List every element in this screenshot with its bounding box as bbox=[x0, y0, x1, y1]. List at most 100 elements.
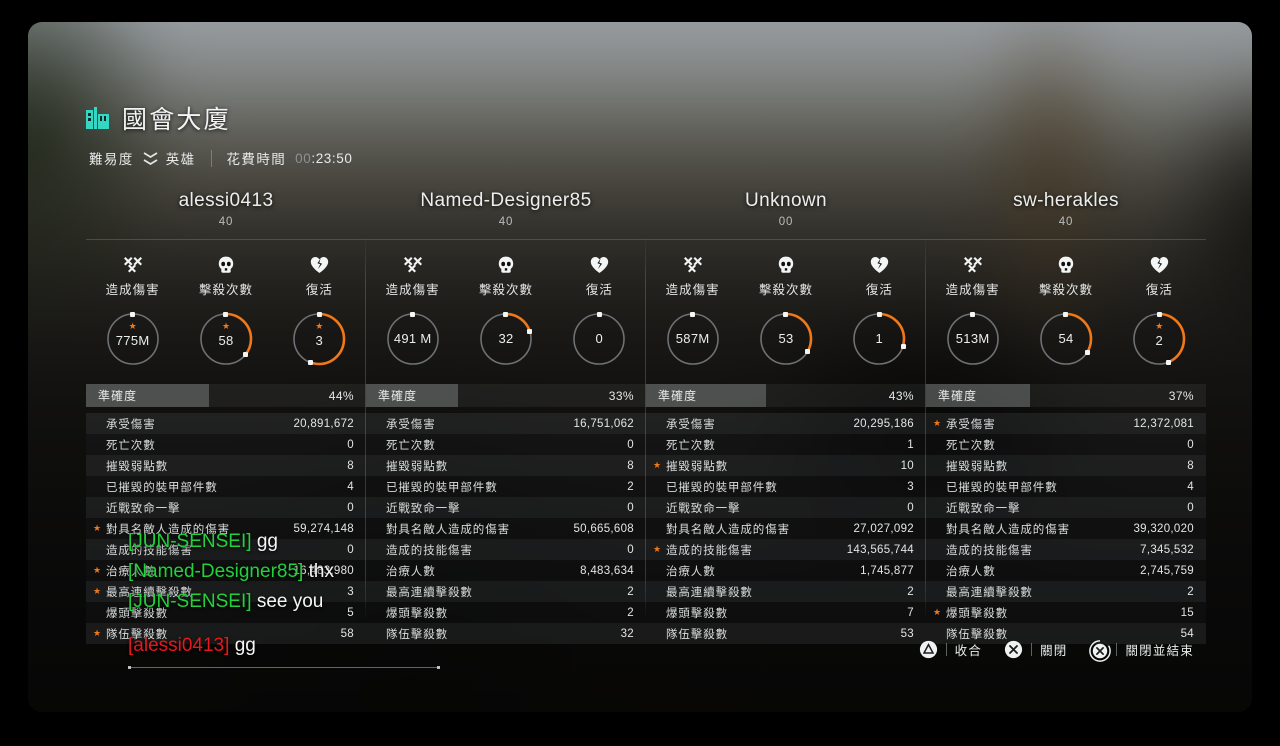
accuracy-label: 準確度 bbox=[98, 389, 138, 403]
ring-header-label: 擊殺次數 bbox=[1038, 283, 1093, 297]
ring-header: 復活 bbox=[273, 254, 366, 298]
ring-gauge: ★ 775M bbox=[104, 310, 162, 368]
stat-label: 最高連續擊殺數 bbox=[386, 586, 473, 599]
stat-row: 造成的技能傷害 0 bbox=[366, 539, 646, 560]
mission-header: 國會大廈 難易度 英雄 花費時間 00 :23:50 bbox=[86, 100, 352, 168]
ring-cell: ★ 2 bbox=[1113, 310, 1206, 368]
stat-value: 59,274,148 bbox=[293, 522, 354, 535]
page-title: 國會大廈 bbox=[122, 106, 231, 134]
ring-cell: 1 bbox=[833, 310, 926, 368]
ring-header-label: 復活 bbox=[865, 283, 893, 297]
stat-value: 8 bbox=[627, 459, 634, 472]
ring-header-label: 造成傷害 bbox=[665, 283, 720, 297]
hold-cross-button-icon[interactable] bbox=[1089, 639, 1112, 662]
ring-start-dot bbox=[316, 311, 322, 317]
stat-label: 爆頭擊殺數 bbox=[946, 607, 1008, 620]
stat-value: 2 bbox=[627, 606, 634, 619]
ring-start-dot bbox=[410, 311, 416, 317]
button-prompt-bar: 收合 關閉 關閉並結束 bbox=[919, 639, 1194, 662]
accuracy-label: 準確度 bbox=[938, 389, 978, 403]
stat-row: 死亡次數 1 bbox=[646, 434, 926, 455]
ring-header: 擊殺次數 bbox=[739, 254, 832, 298]
broken-heart-icon bbox=[833, 254, 926, 276]
player-name: alessi0413 bbox=[178, 190, 274, 211]
ring-start-dot bbox=[1156, 311, 1162, 317]
stat-label: 承受傷害 bbox=[946, 418, 996, 431]
circle-cross-button-icon[interactable] bbox=[1004, 640, 1023, 659]
stat-value: 12,372,081 bbox=[1133, 417, 1194, 430]
best-star-icon: ★ bbox=[221, 321, 231, 331]
ring-headers: 造成傷害 擊殺次數 復活 bbox=[646, 254, 926, 298]
stat-row: 爆頭擊殺數 7 bbox=[646, 602, 926, 623]
stat-value: 5 bbox=[347, 606, 354, 619]
stat-value: 53 bbox=[900, 627, 914, 640]
ring-gauge: 32 bbox=[477, 310, 535, 368]
stat-label: 治療人數 bbox=[666, 565, 716, 578]
prompt-button[interactable]: 收合 bbox=[919, 640, 982, 659]
stat-row: 已摧毀的裝甲部件數 3 bbox=[646, 476, 926, 497]
crossed-swords-damage-icon bbox=[646, 254, 739, 276]
button-separator bbox=[945, 643, 947, 656]
stat-value: 2 bbox=[627, 480, 634, 493]
accuracy-bar: 準確度 37% bbox=[926, 384, 1206, 407]
stat-row: 治療人數 1,745,877 bbox=[646, 560, 926, 581]
triangle-button-icon[interactable] bbox=[919, 640, 938, 659]
stat-row: 爆頭擊殺數 2 bbox=[366, 602, 646, 623]
ring-end-dot bbox=[1166, 359, 1171, 365]
ring-start-dot bbox=[876, 311, 882, 317]
stat-value: 2 bbox=[907, 585, 914, 598]
stat-label: 已摧毀的裝甲部件數 bbox=[666, 481, 778, 494]
prompt-button-label: 關閉並結束 bbox=[1125, 644, 1194, 658]
stat-value: 7,345,532 bbox=[1140, 543, 1194, 556]
stat-value: 0 bbox=[1187, 438, 1194, 451]
stat-label: 死亡次數 bbox=[946, 439, 996, 452]
stat-value: 0 bbox=[627, 543, 634, 556]
ring-cell: ★ 775M bbox=[86, 310, 179, 368]
stat-value: 0 bbox=[1187, 501, 1194, 514]
stat-label: 治療人數 bbox=[946, 565, 996, 578]
stat-row: 死亡次數 0 bbox=[926, 434, 1206, 455]
stat-label: 近戰致命一擊 bbox=[106, 502, 181, 515]
ring-cell: 587M bbox=[646, 310, 739, 368]
stat-label: 承受傷害 bbox=[386, 418, 436, 431]
stat-row: ★ 摧毀弱點數 10 bbox=[646, 455, 926, 476]
meta-divider bbox=[210, 149, 212, 167]
ring-header-label: 復活 bbox=[305, 283, 333, 297]
location-row: 國會大廈 bbox=[86, 100, 352, 136]
ring-end-dot bbox=[1084, 349, 1090, 355]
stat-row: 摧毀弱點數 8 bbox=[86, 455, 366, 476]
chat-input[interactable]: [alessi0413] gg bbox=[128, 632, 440, 669]
stat-label: 最高連續擊殺數 bbox=[946, 586, 1033, 599]
crossed-swords-damage-icon bbox=[86, 254, 179, 276]
prompt-button[interactable]: 關閉並結束 bbox=[1089, 639, 1194, 662]
stat-label: 死亡次數 bbox=[106, 439, 156, 452]
prompt-button[interactable]: 關閉 bbox=[1004, 640, 1067, 659]
ring-value: 3 bbox=[315, 333, 324, 348]
stat-row: 治療人數 8,483,634 bbox=[366, 560, 646, 581]
stronghold-building-icon bbox=[86, 107, 109, 129]
player-column: Named-Designer85 40 造成傷害 擊殺次數 復活 491 M 32 0 準確度 3… bbox=[366, 190, 646, 644]
stat-label: 治療人數 bbox=[386, 565, 436, 578]
ring-start-dot bbox=[690, 311, 696, 317]
stat-row: 最高連續擊殺數 2 bbox=[926, 581, 1206, 602]
stat-label: 對具名敵人造成的傷害 bbox=[106, 523, 230, 536]
ring-start-dot bbox=[596, 311, 602, 317]
stat-row: 造成的技能傷害 7,345,532 bbox=[926, 539, 1206, 560]
broken-heart-icon bbox=[553, 254, 646, 276]
stat-value: 2 bbox=[627, 585, 634, 598]
prompt-button-label: 關閉 bbox=[1040, 644, 1068, 658]
accuracy-value: 33% bbox=[608, 388, 634, 403]
stat-row: 對具名敵人造成的傷害 50,665,608 bbox=[366, 518, 646, 539]
stat-row: 死亡次數 0 bbox=[366, 434, 646, 455]
accuracy-bar: 準確度 33% bbox=[366, 384, 646, 407]
stat-value: 3 bbox=[907, 480, 914, 493]
stat-row: 承受傷害 20,891,672 bbox=[86, 413, 366, 434]
game-summary-screen: 國會大廈 難易度 英雄 花費時間 00 :23:50 alessi0413 40… bbox=[0, 0, 1280, 746]
ring-gauge: ★ 58 bbox=[197, 310, 255, 368]
stat-row: 承受傷害 20,295,186 bbox=[646, 413, 926, 434]
stat-row: ★ 最高連續擊殺數 3 bbox=[86, 581, 366, 602]
best-star-icon: ★ bbox=[933, 417, 942, 428]
stat-row: 死亡次數 0 bbox=[86, 434, 366, 455]
stat-row: ★ 爆頭擊殺數 15 bbox=[926, 602, 1206, 623]
ring-value: 775M bbox=[115, 333, 150, 348]
